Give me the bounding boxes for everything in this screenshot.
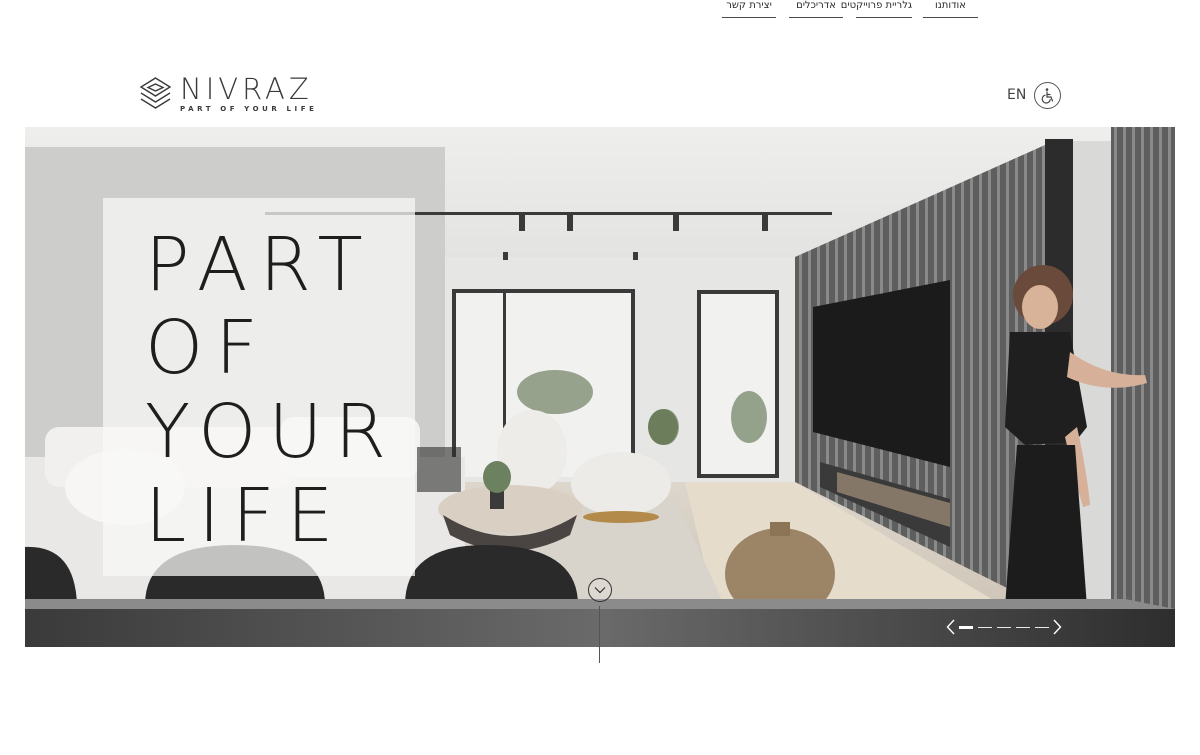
accessibility-button[interactable] (1034, 82, 1061, 109)
chevron-right-icon (1053, 619, 1062, 635)
logo[interactable]: NIVRAZ PART OF YOUR LIFE (139, 74, 317, 114)
hero-headline-line-4: LIFE (145, 473, 346, 559)
scroll-down-button[interactable] (588, 578, 612, 602)
wheelchair-icon (1041, 88, 1054, 104)
chevron-left-icon (946, 619, 955, 635)
slider-dots (959, 625, 1049, 629)
logo-layers-icon (139, 77, 172, 109)
slider-navigation (946, 618, 1062, 636)
hero-banner: PART OF YOUR LIFE (25, 127, 1175, 647)
hero-headline-line-1: PART (145, 222, 375, 308)
nav-contact[interactable]: יצירת קשר (722, 0, 776, 18)
nav-about[interactable]: אודותנו (923, 0, 978, 18)
slider-dot-1[interactable] (959, 625, 973, 629)
hero-text-panel: PART OF YOUR LIFE (103, 198, 415, 576)
logo-name: NIVRAZ (180, 72, 313, 106)
slider-dot-5[interactable] (1035, 626, 1049, 628)
chevron-down-icon (594, 587, 606, 594)
hero-headline-line-3: YOUR (145, 389, 398, 475)
logo-tagline: PART OF YOUR LIFE (180, 105, 318, 113)
scroll-indicator-line (599, 606, 600, 663)
slider-next-button[interactable] (1053, 618, 1062, 636)
hero-headline-line-2: OF (145, 305, 270, 391)
slider-dot-2[interactable] (978, 626, 992, 628)
language-switch[interactable]: EN (1007, 87, 1026, 103)
nav-architects[interactable]: אדריכלים (789, 0, 843, 18)
slider-dot-4[interactable] (1016, 626, 1030, 628)
slider-dot-3[interactable] (997, 626, 1011, 628)
nav-projects-gallery[interactable]: גלריית פרוייקטים (841, 0, 912, 18)
slider-prev-button[interactable] (946, 618, 955, 636)
